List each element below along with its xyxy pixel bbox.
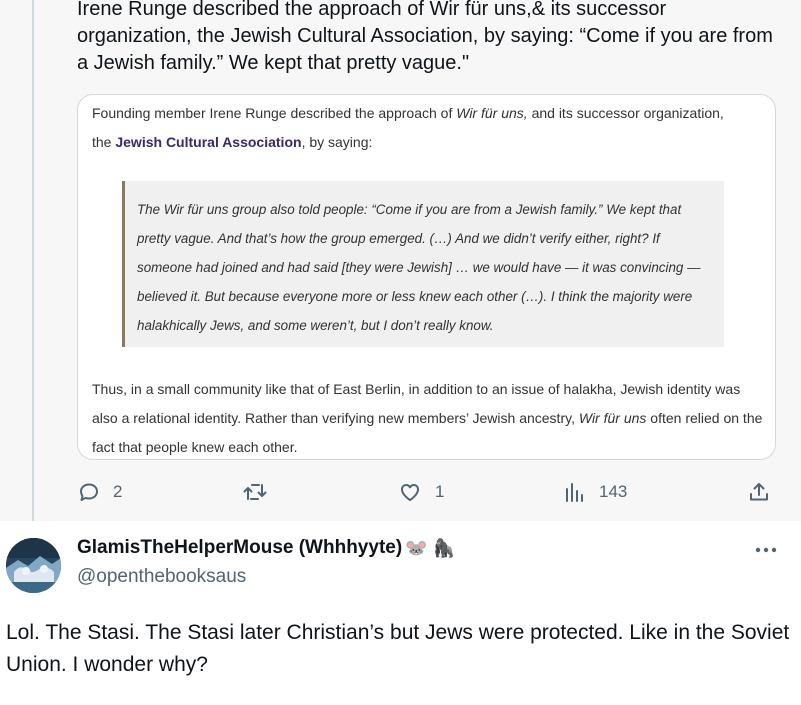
jewish-cultural-association-link[interactable]: Jewish Cultural Association xyxy=(115,134,301,150)
action-bar: 2 1 143 xyxy=(77,478,777,506)
reply-text: Lol. The Stasi. The Stasi later Christia… xyxy=(6,621,790,676)
share-icon xyxy=(747,480,771,504)
repost-icon xyxy=(242,480,268,504)
quote-card[interactable]: Founding member Irene Runge described th… xyxy=(77,94,776,460)
quote-outro: Thus, in a small community like that of … xyxy=(92,381,763,455)
more-icon xyxy=(755,540,777,558)
views-button[interactable]: 143 xyxy=(563,478,627,506)
blockquote-text: The Wir für uns group also told people: … xyxy=(137,202,701,333)
like-count: 1 xyxy=(435,482,445,501)
blockquote: The Wir für uns group also told people: … xyxy=(122,181,724,347)
thread-line xyxy=(32,0,34,530)
repost-button[interactable] xyxy=(242,478,280,506)
views-icon xyxy=(563,480,587,504)
display-name[interactable]: GlamisTheHelperMouse (Whhhyyte) 🐭 🦍 xyxy=(77,537,455,559)
views-count: 143 xyxy=(599,482,628,501)
reply-icon xyxy=(77,480,101,504)
user-handle[interactable]: @openthebooksaus xyxy=(77,566,246,588)
tweet-text: Irene Runge described the approach of Wi… xyxy=(77,0,773,74)
avatar[interactable] xyxy=(6,538,61,593)
like-icon xyxy=(397,480,423,504)
like-button[interactable]: 1 xyxy=(397,478,444,506)
more-button[interactable] xyxy=(752,535,780,563)
share-button[interactable] xyxy=(747,478,771,506)
reply-button[interactable]: 2 xyxy=(77,478,122,506)
emoji-badges: 🐭 🦍 xyxy=(405,537,455,558)
reply-count: 2 xyxy=(113,482,123,501)
quote-intro: Founding member Irene Runge described th… xyxy=(92,105,724,150)
parent-tweet: Irene Runge described the approach of Wi… xyxy=(0,0,801,530)
reply-tweet: GlamisTheHelperMouse (Whhhyyte) 🐭 🦍 @open… xyxy=(0,521,801,705)
